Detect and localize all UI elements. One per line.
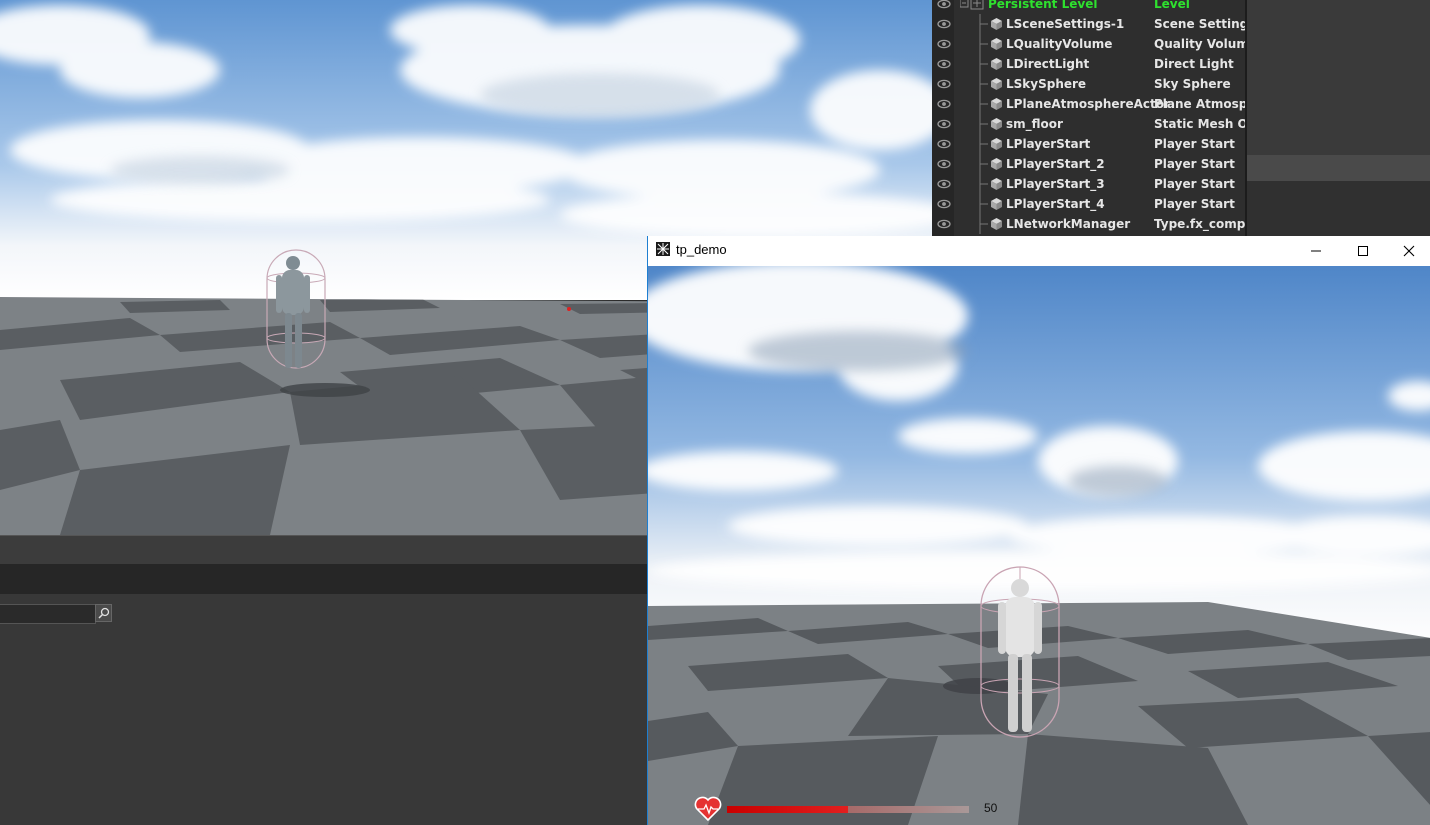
minimize-icon — [1311, 250, 1321, 252]
eye-icon[interactable] — [937, 0, 951, 10]
outliner-item-type: Player Start — [1154, 177, 1235, 191]
tree-expander-icon[interactable] — [960, 0, 990, 14]
eye-icon[interactable] — [937, 18, 951, 30]
outliner-row[interactable]: LSceneSettings-1 Scene Settings — [932, 14, 1245, 34]
tree-line — [979, 134, 988, 154]
cube-icon — [991, 78, 1002, 90]
outliner-item-type: Static Mesh Obj — [1154, 117, 1245, 131]
outliner-row[interactable]: LQualityVolume Quality Volume — [932, 34, 1245, 54]
outliner-item-type: Scene Settings — [1154, 17, 1245, 31]
outliner-item-name: LSkySphere — [1006, 77, 1087, 91]
outliner-item-type: Plane Atmosph — [1154, 97, 1245, 111]
eye-icon[interactable] — [937, 138, 951, 150]
outliner-row[interactable]: LNetworkManager Type.fx_compo — [932, 214, 1245, 234]
outliner-item-name: Persistent Level — [988, 0, 1098, 11]
minimize-button[interactable] — [1293, 236, 1339, 266]
outliner-item-name: LQualityVolume — [1006, 37, 1113, 51]
outliner-row[interactable]: LPlayerStart Player Start — [932, 134, 1245, 154]
cube-icon — [991, 198, 1002, 210]
health-hud: 50 — [694, 796, 1014, 822]
outliner-item-name: LPlayerStart — [1006, 137, 1091, 151]
panel-tab-strip — [0, 535, 648, 565]
search-input[interactable] — [0, 604, 96, 624]
tree-line — [979, 194, 988, 214]
outliner-item-name: LSceneSettings-1 — [1006, 17, 1125, 31]
tree-line — [979, 14, 988, 34]
outliner-row[interactable]: Persistent Level Level — [932, 0, 1245, 14]
tree-line — [979, 54, 988, 74]
tree-line — [979, 174, 988, 194]
eye-icon[interactable] — [937, 218, 951, 230]
cube-icon — [991, 218, 1002, 230]
outliner-row[interactable]: LSkySphere Sky Sphere — [932, 74, 1245, 94]
game-window[interactable]: tp_demo 50 — [647, 236, 1430, 825]
outliner-row[interactable]: LPlaneAtmosphereActor Plane Atmosph — [932, 94, 1245, 114]
cube-icon — [991, 158, 1002, 170]
outliner-item-name: LPlayerStart_3 — [1006, 177, 1105, 191]
eye-icon[interactable] — [937, 198, 951, 210]
title-bar[interactable]: tp_demo — [648, 236, 1430, 266]
game-viewport[interactable]: 50 — [648, 266, 1430, 825]
health-bar — [727, 806, 969, 813]
app-icon — [656, 242, 670, 256]
close-button[interactable] — [1386, 236, 1430, 266]
heart-icon — [694, 796, 722, 821]
details-body — [1247, 181, 1430, 236]
close-icon — [1403, 245, 1415, 257]
outliner-row[interactable]: sm_floor Static Mesh Obj — [932, 114, 1245, 134]
tree-line — [979, 94, 988, 114]
cube-icon — [991, 178, 1002, 190]
maximize-icon — [1358, 246, 1368, 256]
outliner-row[interactable]: LDirectLight Direct Light — [932, 54, 1245, 74]
eye-icon[interactable] — [937, 118, 951, 130]
world-outliner: Persistent Level Level LSceneSettings-1 … — [932, 0, 1430, 236]
outliner-item-name: sm_floor — [1006, 117, 1063, 131]
outliner-list: Persistent Level Level LSceneSettings-1 … — [932, 0, 1245, 234]
tree-line — [979, 114, 988, 134]
cube-icon — [991, 138, 1002, 150]
content-panel — [0, 594, 648, 825]
outliner-item-type: Player Start — [1154, 197, 1235, 211]
maximize-button[interactable] — [1340, 236, 1386, 266]
outliner-row[interactable]: LPlayerStart_4 Player Start — [932, 194, 1245, 214]
outliner-item-name: LPlayerStart_4 — [1006, 197, 1105, 211]
cube-icon — [991, 18, 1002, 30]
window-title: tp_demo — [676, 242, 727, 257]
outliner-row[interactable]: LPlayerStart_3 Player Start — [932, 174, 1245, 194]
cube-icon — [991, 58, 1002, 70]
eye-icon[interactable] — [937, 78, 951, 90]
health-bar-fill — [727, 806, 848, 813]
search-button[interactable] — [95, 604, 112, 622]
spawn-marker — [567, 307, 571, 311]
eye-icon[interactable] — [937, 38, 951, 50]
panel-header — [0, 564, 648, 594]
cube-icon — [991, 38, 1002, 50]
health-value: 50 — [984, 801, 998, 815]
cube-icon — [991, 98, 1002, 110]
tree-line — [979, 34, 988, 54]
outliner-item-name: LNetworkManager — [1006, 217, 1131, 231]
tree-line — [979, 74, 988, 94]
outliner-item-type: Quality Volume — [1154, 37, 1245, 51]
cube-icon — [991, 118, 1002, 130]
outliner-item-type: Direct Light — [1154, 57, 1234, 71]
outliner-item-name: LDirectLight — [1006, 57, 1090, 71]
outliner-row[interactable]: LPlayerStart_2 Player Start — [932, 154, 1245, 174]
eye-icon[interactable] — [937, 58, 951, 70]
outliner-item-name: LPlaneAtmosphereActor — [1006, 97, 1170, 111]
tree-line — [979, 214, 988, 234]
eye-icon[interactable] — [937, 158, 951, 170]
details-header — [1247, 155, 1430, 182]
eye-icon[interactable] — [937, 178, 951, 190]
tree-line — [979, 154, 988, 174]
outliner-item-type: Type.fx_compo — [1154, 217, 1245, 231]
outliner-item-name: LPlayerStart_2 — [1006, 157, 1105, 171]
outliner-item-type: Sky Sphere — [1154, 77, 1231, 91]
eye-icon[interactable] — [937, 98, 951, 110]
outliner-item-type: Player Start — [1154, 137, 1235, 151]
details-panel — [1247, 0, 1430, 236]
outliner-item-type: Level — [1154, 0, 1190, 11]
search-icon — [97, 607, 109, 619]
outliner-item-type: Player Start — [1154, 157, 1235, 171]
